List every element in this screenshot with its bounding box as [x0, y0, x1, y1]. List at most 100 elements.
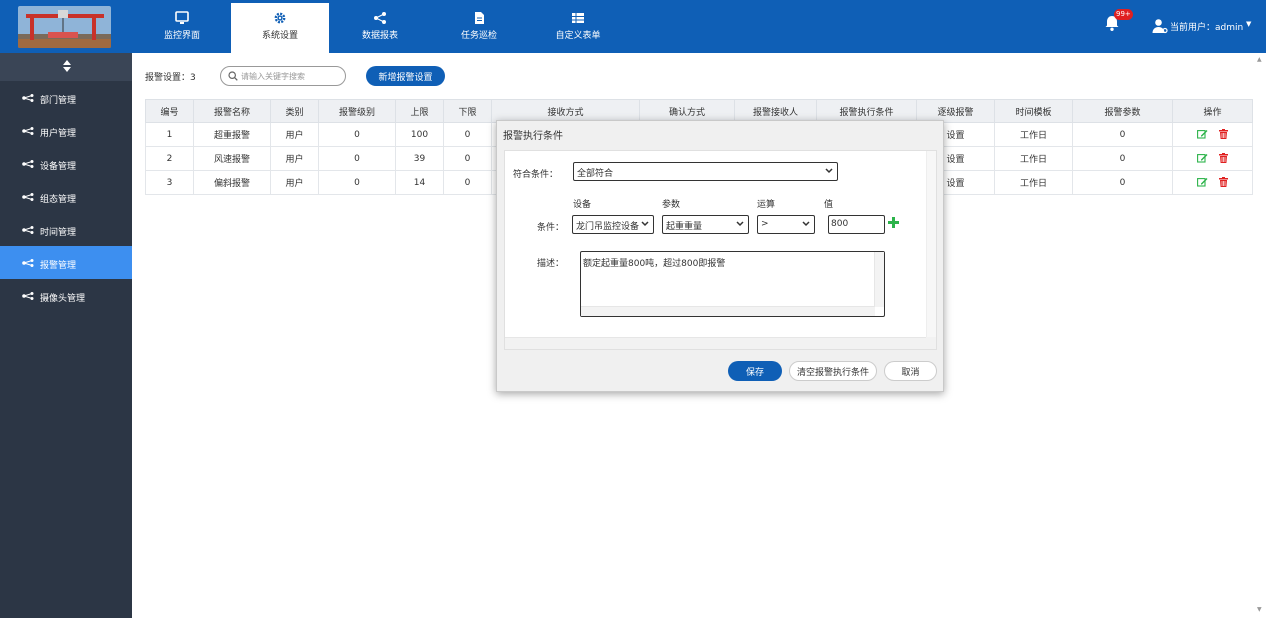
chevron-down-icon	[802, 221, 810, 227]
caret-down-icon[interactable]: ▼	[1246, 20, 1251, 28]
edit-icon[interactable]	[1197, 129, 1208, 139]
form-icon	[572, 13, 584, 23]
sidebar-item-users[interactable]: 用户管理	[0, 114, 132, 147]
textarea-horizontal-scrollbar[interactable]	[581, 306, 875, 316]
condition-label: 条件：	[537, 223, 565, 233]
notification-badge: 99+	[1114, 9, 1133, 20]
col-header: 编号	[145, 99, 194, 123]
textarea-vertical-scrollbar[interactable]	[874, 252, 884, 307]
clear-conditions-button[interactable]: 清空报警执行条件	[789, 361, 877, 381]
scrollbar-corner	[926, 337, 936, 349]
share-icon	[374, 12, 386, 24]
col-header: 报警名称	[193, 99, 271, 123]
tab-label: 系统设置	[261, 31, 298, 41]
tab-label: 自定义表单	[555, 31, 601, 41]
save-button[interactable]: 保存	[728, 361, 782, 381]
cell-upper: 100	[395, 122, 444, 147]
user-icon	[1152, 19, 1168, 34]
edit-icon[interactable]	[1197, 177, 1208, 187]
cell-name: 偏斜报警	[193, 170, 271, 195]
sidebar-item-label: 部门管理	[40, 96, 77, 106]
share-icon	[22, 160, 34, 168]
tab-task-inspection[interactable]: 任务巡检	[430, 3, 528, 53]
col-header: 类别	[270, 99, 319, 123]
alarm-count-label: 报警设置：3	[145, 73, 196, 83]
cancel-button[interactable]: 取消	[884, 361, 937, 381]
tab-label: 任务巡检	[460, 31, 497, 41]
cell-actions	[1172, 122, 1253, 147]
page-scroll-up-icon[interactable]: ▲	[1257, 56, 1262, 63]
device-select[interactable]: 龙门吊监控设备	[572, 215, 654, 234]
sidebar-toggle[interactable]	[0, 53, 132, 81]
cell-actions	[1172, 146, 1253, 171]
selected-value: 龙门吊监控设备	[576, 222, 640, 232]
delete-icon[interactable]	[1218, 177, 1228, 188]
sidebar-item-label: 设备管理	[40, 162, 77, 172]
chevron-down-icon	[825, 168, 833, 174]
cell-id: 2	[145, 146, 194, 171]
share-icon	[22, 259, 34, 267]
tab-label: 监控界面	[163, 31, 200, 41]
col-header: 报警级别	[318, 99, 396, 123]
param-select[interactable]: 起重重量	[662, 215, 749, 234]
alarm-params-link[interactable]: 0	[1072, 146, 1173, 171]
col-header: 操作	[1172, 99, 1253, 123]
value-col-label: 值	[824, 200, 834, 210]
cell-lower: 0	[443, 146, 492, 171]
op-col-label: 运算	[757, 200, 776, 210]
cell-template: 工作日	[994, 122, 1073, 147]
add-alarm-button[interactable]: 新增报警设置	[366, 66, 445, 86]
match-condition-label: 符合条件：	[513, 170, 559, 180]
dialog-title: 报警执行条件	[503, 131, 563, 142]
sidebar-item-devices[interactable]: 设备管理	[0, 147, 132, 180]
delete-icon[interactable]	[1218, 153, 1228, 164]
top-bar: 监控界面 系统设置 数据报表 任务巡检 自定义表单 99+ 当前用户：admin…	[0, 0, 1266, 53]
operator-select[interactable]: >	[757, 215, 815, 234]
sidebar-item-label: 组态管理	[40, 195, 77, 205]
dialog-horizontal-scrollbar[interactable]	[505, 337, 928, 349]
sidebar-item-alarms[interactable]: 报警管理	[0, 246, 132, 279]
cell-level: 0	[318, 170, 396, 195]
logo-gantry-crane	[18, 6, 111, 48]
chevron-down-icon	[641, 221, 649, 227]
search-box[interactable]	[220, 66, 346, 86]
cell-template: 工作日	[994, 146, 1073, 171]
chevron-down-icon	[736, 221, 744, 227]
tab-system-settings[interactable]: 系统设置	[231, 3, 329, 53]
alarm-params-link[interactable]: 0	[1072, 170, 1173, 195]
share-icon	[22, 94, 34, 102]
search-input[interactable]	[241, 69, 341, 83]
cell-category: 用户	[270, 122, 319, 147]
sidebar-item-cameras[interactable]: 摄像头管理	[0, 279, 132, 312]
collapse-arrows-icon	[63, 60, 71, 72]
page-scroll-down-icon[interactable]: ▼	[1257, 606, 1262, 613]
alarm-params-link[interactable]: 0	[1072, 122, 1173, 147]
device-col-label: 设备	[573, 200, 592, 210]
sidebar-item-label: 报警管理	[40, 261, 77, 271]
cell-name: 风速报警	[193, 146, 271, 171]
match-condition-select[interactable]: 全部符合	[573, 162, 838, 181]
sidebar-item-time[interactable]: 时间管理	[0, 213, 132, 246]
description-label: 描述：	[537, 259, 565, 269]
description-textarea[interactable]: 额定起重量800吨，超过800即报警	[580, 251, 885, 317]
cell-actions	[1172, 170, 1253, 195]
description-text: 额定起重量800吨，超过800即报警	[583, 259, 726, 269]
sidebar: 部门管理 用户管理 设备管理 组态管理 时间管理 报警管理 摄像头管理	[0, 53, 132, 618]
cell-category: 用户	[270, 146, 319, 171]
dialog-body: 符合条件： 全部符合 设备 参数 运算 值 条件： 龙门吊监控设备 起重重量 >…	[504, 150, 937, 350]
add-condition-icon[interactable]	[888, 217, 899, 228]
value-input[interactable]: 800	[828, 215, 885, 234]
edit-icon[interactable]	[1197, 153, 1208, 163]
tab-custom-form[interactable]: 自定义表单	[529, 3, 627, 53]
share-icon	[22, 193, 34, 201]
share-icon	[22, 127, 34, 135]
dialog-vertical-scrollbar[interactable]	[926, 151, 936, 337]
param-col-label: 参数	[662, 200, 681, 210]
alarm-condition-dialog: 报警执行条件 符合条件： 全部符合 设备 参数 运算 值 条件： 龙门吊监控设备…	[496, 120, 944, 392]
tab-monitor[interactable]: 监控界面	[133, 3, 231, 53]
current-user-label[interactable]: 当前用户：admin	[1170, 20, 1243, 33]
sidebar-item-configuration[interactable]: 组态管理	[0, 180, 132, 213]
delete-icon[interactable]	[1218, 129, 1228, 140]
tab-data-reports[interactable]: 数据报表	[331, 3, 429, 53]
sidebar-item-department[interactable]: 部门管理	[0, 81, 132, 114]
